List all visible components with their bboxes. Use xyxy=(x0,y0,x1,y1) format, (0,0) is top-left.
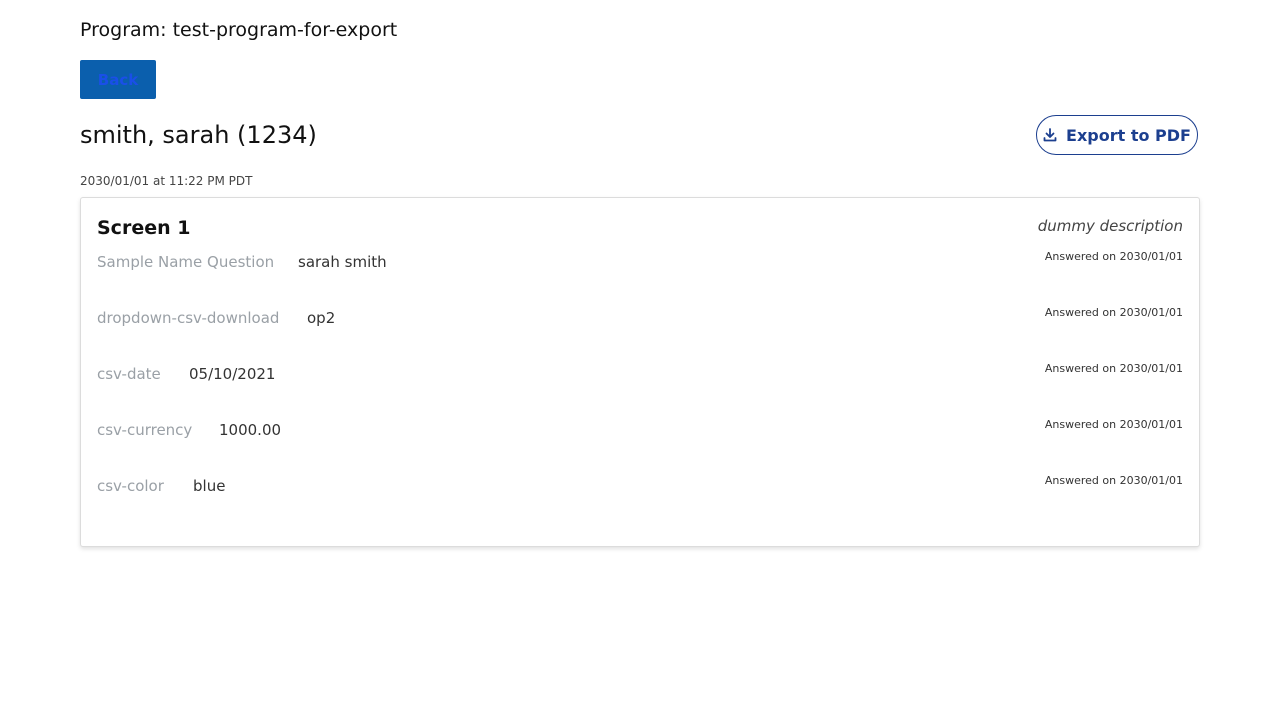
question-label: Sample Name Question xyxy=(97,253,275,271)
answer-value: sarah smith xyxy=(298,253,387,271)
answered-date: Answered on 2030/01/01 xyxy=(1044,418,1183,431)
answered-date: Answered on 2030/01/01 xyxy=(1044,362,1183,375)
application-view-page: Program: test-program-for-export Back sm… xyxy=(0,0,1280,720)
question-label: csv-date xyxy=(97,365,161,383)
answer-value: blue xyxy=(193,477,226,495)
screen-description: dummy description xyxy=(1037,217,1183,235)
export-to-pdf-button[interactable]: Export to PDF xyxy=(1036,115,1198,155)
answer-row: csv-currency 1000.00 Answered on 2030/01… xyxy=(97,418,1183,449)
answer-value: op2 xyxy=(307,309,336,327)
answer-value: 1000.00 xyxy=(219,421,282,439)
answered-date: Answered on 2030/01/01 xyxy=(1044,306,1183,319)
answer-value: 05/10/2021 xyxy=(189,365,276,383)
question-label: csv-color xyxy=(97,477,164,495)
answer-row: csv-color blue Answered on 2030/01/01 xyxy=(97,474,1183,505)
program-title: Program: test-program-for-export xyxy=(80,19,398,41)
download-icon xyxy=(1043,128,1057,142)
question-label: csv-currency xyxy=(97,421,193,439)
question-label: dropdown-csv-download xyxy=(97,309,280,327)
screen-card: Screen 1 dummy description Sample Name Q… xyxy=(80,197,1200,547)
answer-row: dropdown-csv-download op2 Answered on 20… xyxy=(97,306,1183,337)
back-button[interactable]: Back xyxy=(80,60,156,99)
answer-row: Sample Name Question sarah smith Answere… xyxy=(97,250,1183,281)
submission-timestamp: 2030/01/01 at 11:22 PM PDT xyxy=(80,174,253,188)
answer-row: csv-date 05/10/2021 Answered on 2030/01/… xyxy=(97,362,1183,393)
export-to-pdf-label: Export to PDF xyxy=(1066,125,1191,145)
answered-date: Answered on 2030/01/01 xyxy=(1044,474,1183,487)
applicant-name: smith, sarah (1234) xyxy=(80,121,317,149)
screen-title: Screen 1 xyxy=(97,217,191,239)
answered-date: Answered on 2030/01/01 xyxy=(1044,250,1183,263)
